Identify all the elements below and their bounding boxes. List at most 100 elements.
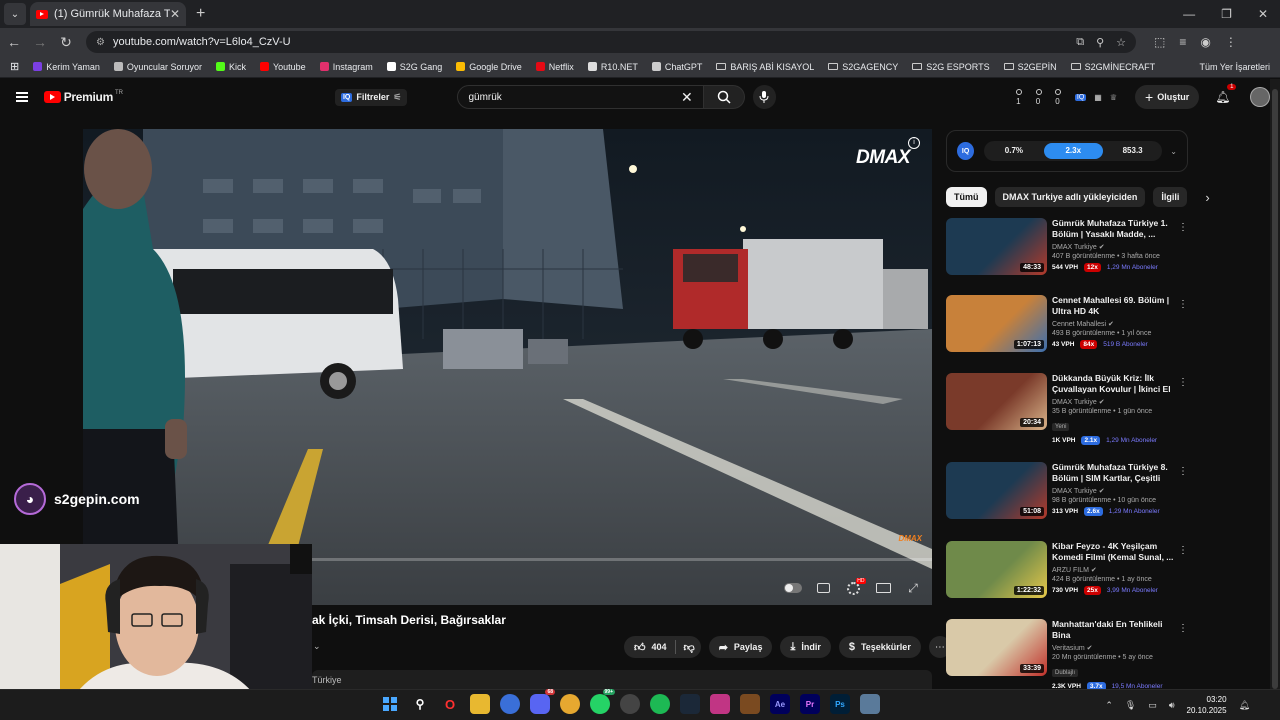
recommendation-item[interactable]: 20:34 Dükkanda Büyük Kriz: İlk Çuvallayan…: [946, 373, 1192, 445]
video-thumbnail[interactable]: 20:34: [946, 373, 1047, 430]
profile-icon[interactable]: ◉: [1200, 35, 1210, 49]
app-icon[interactable]: [740, 694, 760, 714]
more-options-icon[interactable]: ⋮: [1178, 623, 1188, 634]
clock[interactable]: 03:20 20.10.2025: [1187, 694, 1227, 716]
video-thumbnail[interactable]: 51:08: [946, 462, 1047, 519]
install-app-icon[interactable]: ⧉: [1076, 36, 1084, 49]
steam-icon[interactable]: [680, 694, 700, 714]
search-button[interactable]: [703, 85, 745, 109]
media-icon[interactable]: ≡: [1179, 35, 1186, 49]
chevron-down-icon[interactable]: ⌄: [1170, 147, 1177, 156]
create-button[interactable]: + Oluştur: [1135, 85, 1200, 109]
chrome-icon[interactable]: [500, 694, 520, 714]
windows-start-icon[interactable]: [380, 694, 400, 714]
volume-icon[interactable]: 🔊︎: [1169, 700, 1175, 711]
like-icon[interactable]: 👍︎: [634, 641, 646, 654]
close-window-icon[interactable]: ✕: [1258, 7, 1268, 21]
recommendation-item[interactable]: 1:22:32 Kibar Feyzo - 4K Yeşilçam Komedi …: [946, 541, 1192, 607]
share-button[interactable]: ➦ Paylaş: [708, 636, 773, 658]
clear-search-icon[interactable]: ✕: [681, 89, 693, 106]
filters-button[interactable]: IQ Filtreler ⚟: [334, 88, 408, 106]
recommendation-item[interactable]: 48:33 Gümrük Muhafaza Türkiye 1. Bölüm | …: [946, 218, 1192, 284]
video-thumbnail[interactable]: 1:07:13: [946, 295, 1047, 352]
chip-all[interactable]: Tümü: [946, 187, 987, 207]
site-info-icon[interactable]: ⚙: [96, 37, 105, 48]
bookmark-item[interactable]: S2GEPİN: [1003, 62, 1057, 72]
video-thumbnail[interactable]: 48:33: [946, 218, 1047, 275]
network-icon[interactable]: ▭: [1148, 700, 1157, 711]
bookmark-item[interactable]: S2G Gang: [386, 62, 442, 72]
file-explorer-icon[interactable]: [470, 694, 490, 714]
channel-name[interactable]: Veritasium ✔: [1052, 644, 1174, 652]
bookmark-item[interactable]: R10.NET: [587, 62, 638, 72]
chip-related[interactable]: İlgili: [1153, 187, 1188, 207]
channel-name[interactable]: DMAX Turkiye ✔: [1052, 243, 1174, 251]
after-effects-icon[interactable]: Ae: [770, 694, 790, 714]
youtube-premium-logo[interactable]: Premium TR: [43, 90, 123, 104]
close-tab-icon[interactable]: ✕: [170, 7, 180, 21]
bookmark-item[interactable]: Kerim Yaman: [33, 62, 100, 72]
zoom-icon[interactable]: ⚲: [1096, 36, 1104, 49]
info-icon[interactable]: i: [908, 137, 920, 149]
notifications-button[interactable]: 🔔︎ 1: [1215, 84, 1237, 104]
recommendation-title[interactable]: Manhattan'daki En Tehlikeli Bina: [1052, 619, 1174, 641]
video-thumbnail[interactable]: 1:22:32: [946, 541, 1047, 598]
theater-mode-button[interactable]: [874, 581, 892, 595]
voice-search-button[interactable]: [752, 85, 777, 109]
bookmark-item[interactable]: ChatGPT: [651, 62, 702, 72]
bookmark-item[interactable]: S2GAGENCY: [828, 62, 898, 72]
dislike-icon[interactable]: 👎︎: [684, 641, 695, 654]
more-options-icon[interactable]: ⋮: [1178, 222, 1188, 233]
bookmark-item[interactable]: Kick: [215, 62, 246, 72]
chip-from-uploader[interactable]: DMAX Turkiye adlı yükleyiciden: [994, 187, 1146, 207]
bookmark-item[interactable]: S2GMİNECRAFT: [1070, 62, 1155, 72]
bookmark-item[interactable]: Oyuncular Soruyor: [113, 62, 202, 72]
account-avatar[interactable]: [1250, 87, 1270, 107]
chevron-down-icon[interactable]: ⌄: [313, 641, 321, 652]
bookmark-item[interactable]: S2G ESPORTS: [912, 62, 990, 72]
instagram-icon[interactable]: [710, 694, 730, 714]
all-bookmarks[interactable]: Tüm Yer İşaretleri: [1199, 62, 1270, 72]
recommendation-title[interactable]: Gümrük Muhafaza Türkiye 8. Bölüm | SIM K…: [1052, 462, 1174, 484]
recommendation-title[interactable]: Kibar Feyzo - 4K Yeşilçam Komedi Filmi (…: [1052, 541, 1174, 563]
extensions-icon[interactable]: ⬚: [1154, 35, 1165, 49]
more-options-icon[interactable]: ⋮: [1178, 466, 1188, 477]
discord-icon[interactable]: 68: [530, 689, 555, 714]
page-scrollbar[interactable]: [1270, 79, 1280, 689]
more-options-icon[interactable]: ⋮: [1178, 545, 1188, 556]
recommendation-item[interactable]: 33:39 Manhattan'daki En Tehlikeli Bina Ver…: [946, 619, 1192, 691]
subtitles-button[interactable]: [814, 581, 832, 595]
opera-icon[interactable]: O: [440, 694, 460, 714]
more-options-icon[interactable]: ⋮: [1178, 377, 1188, 388]
bookmark-item[interactable]: Instagram: [319, 62, 373, 72]
trophy-icon[interactable]: ♕: [1110, 93, 1117, 102]
recommendation-item[interactable]: 51:08 Gümrük Muhafaza Türkiye 8. Bölüm | …: [946, 462, 1192, 528]
apps-grid-icon[interactable]: ⊞: [10, 60, 19, 73]
new-tab-button[interactable]: +: [196, 5, 205, 23]
iq-extension-icon[interactable]: IQ: [1074, 93, 1087, 101]
bookmark-item[interactable]: Netflix: [535, 62, 574, 72]
restore-icon[interactable]: ❐: [1221, 7, 1232, 21]
description-box[interactable]: Türkiye: [312, 670, 932, 690]
browser-tab-active[interactable]: (1) Gümrük Muhafaza Türkiye 1 ✕: [30, 2, 186, 26]
chevron-up-icon[interactable]: ⌃: [1105, 700, 1113, 711]
reload-icon[interactable]: ↻: [54, 34, 78, 51]
video-player[interactable]: DMAX i DMAX HD ⤢: [83, 129, 932, 605]
whatsapp-icon[interactable]: 99+: [590, 689, 615, 714]
bookmark-item[interactable]: BARIŞ ABİ KISAYOL: [716, 62, 814, 72]
tab-search-button[interactable]: ⌄: [4, 3, 26, 25]
notifications-icon[interactable]: 🔔︎: [1239, 700, 1250, 711]
video-thumbnail[interactable]: 33:39: [946, 619, 1047, 676]
recommendation-item[interactable]: 1:07:13 Cennet Mahallesi 69. Bölüm | Ultr…: [946, 295, 1192, 361]
channel-name[interactable]: DMAX Turkiye ✔: [1052, 487, 1174, 495]
thanks-button[interactable]: $ Teşekkürler: [838, 636, 921, 658]
bookmark-item[interactable]: Youtube: [259, 62, 306, 72]
grid-icon[interactable]: ▦: [1094, 93, 1102, 102]
spotify-icon[interactable]: [650, 694, 670, 714]
app-icon-2[interactable]: [860, 694, 880, 714]
search-icon[interactable]: ⚲: [410, 694, 430, 714]
search-input[interactable]: gümrük ✕: [457, 85, 704, 109]
browser-menu-icon[interactable]: ⋮: [1225, 35, 1237, 49]
channel-name[interactable]: ARZU FILM ✔: [1052, 566, 1174, 574]
mic-icon[interactable]: 🎙︎: [1125, 700, 1136, 711]
